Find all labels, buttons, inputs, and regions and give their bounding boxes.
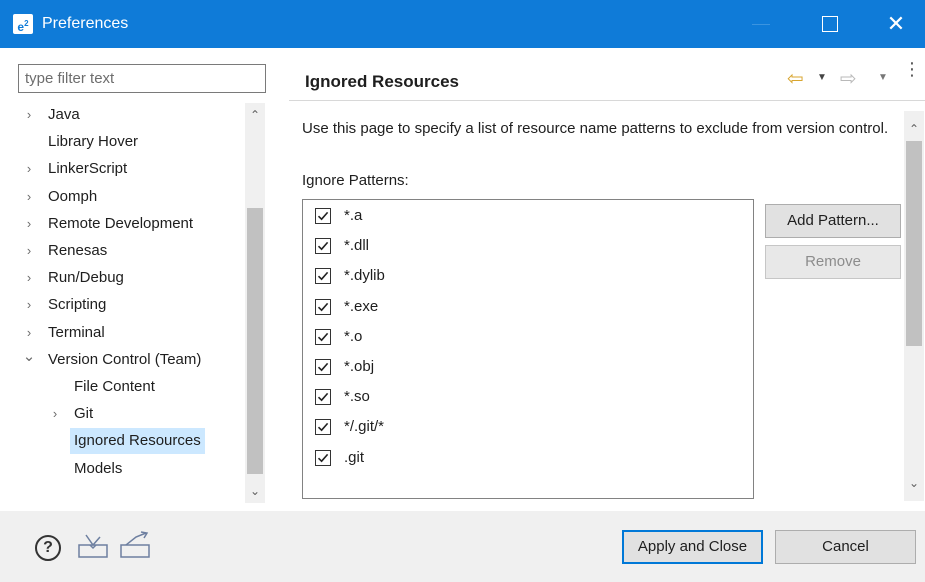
forward-dropdown-icon[interactable]: ▼ — [878, 72, 888, 83]
tree-item-label: Library Hover — [48, 133, 139, 150]
tree-item[interactable]: Ignored Resources — [48, 428, 205, 454]
page-title: Ignored Resources — [305, 72, 459, 91]
chevron-down-icon[interactable]: ⌄ — [22, 347, 36, 373]
tree-item-label: LinkerScript — [48, 160, 128, 177]
ignore-patterns-label: Ignore Patterns: — [302, 172, 409, 189]
tree-item[interactable]: › Renesas — [22, 238, 111, 264]
pattern-label: *.so — [344, 388, 370, 405]
pattern-label: *.obj — [344, 358, 375, 375]
pattern-checkbox[interactable] — [315, 450, 331, 466]
cancel-button[interactable]: Cancel — [775, 530, 916, 564]
tree-item[interactable]: Library Hover — [22, 129, 142, 155]
scroll-up-icon[interactable]: ⌃ — [904, 119, 924, 139]
tree-item-label: Remote Development — [48, 215, 194, 232]
tree-item-label: Java — [48, 106, 80, 123]
tree-item-label: Renesas — [48, 242, 108, 259]
checkmark-icon — [317, 362, 329, 372]
tree-scrollbar[interactable]: ⌃ ⌄ — [245, 103, 265, 503]
page-scrollbar-thumb[interactable] — [906, 141, 922, 346]
pattern-label: *.o — [344, 328, 363, 345]
tree-item-label: Ignored Resources — [70, 428, 205, 454]
scroll-down-icon[interactable]: ⌄ — [904, 473, 924, 493]
checkmark-icon — [317, 302, 329, 312]
tree-item-label: Version Control (Team) — [48, 351, 202, 368]
tree-item-label: Terminal — [48, 324, 105, 341]
pattern-label: *.dylib — [344, 267, 385, 284]
tree-item-label: Git — [74, 405, 94, 422]
back-arrow-icon[interactable]: ⇦ — [787, 66, 804, 91]
chevron-right-icon[interactable]: › — [22, 211, 36, 237]
tree-item[interactable]: › Remote Development — [22, 211, 197, 237]
tree-item-label: File Content — [74, 378, 155, 395]
pattern-checkbox[interactable] — [315, 299, 331, 315]
tree-item[interactable]: › Run/Debug — [22, 265, 128, 291]
checkmark-icon — [317, 332, 329, 342]
pattern-label: .git — [344, 449, 365, 466]
checkmark-icon — [317, 392, 329, 402]
tree-item-label: Scripting — [48, 296, 107, 313]
minimize-icon[interactable] — [752, 24, 770, 25]
tree-item-label: Run/Debug — [48, 269, 124, 286]
add-pattern-button[interactable]: Add Pattern... — [765, 204, 901, 238]
tree-item[interactable]: › Oomph — [22, 184, 101, 210]
page-description: Use this page to specify a list of resou… — [302, 120, 889, 137]
chevron-right-icon[interactable]: › — [22, 320, 36, 346]
forward-arrow-icon[interactable]: ⇨ — [840, 66, 857, 91]
checkmark-icon — [317, 271, 329, 281]
remove-button[interactable]: Remove — [765, 245, 901, 279]
tree-item[interactable]: ⌄ Version Control (Team) — [22, 347, 205, 373]
pattern-checkbox[interactable] — [315, 419, 331, 435]
chevron-right-icon[interactable]: › — [22, 265, 36, 291]
view-menu-icon[interactable]: ⋮ — [903, 60, 921, 78]
preference-tree: › Java Library Hover › LinkerScript › Oomph › Re… — [18, 100, 266, 505]
page-scrollbar[interactable]: ⌃ ⌄ — [904, 111, 924, 501]
title-bar: e2 Preferences ✕ — [0, 0, 925, 48]
header-divider — [289, 100, 925, 101]
chevron-right-icon[interactable]: › — [22, 156, 36, 182]
pattern-checkbox[interactable] — [315, 208, 331, 224]
pattern-checkbox[interactable] — [315, 268, 331, 284]
pattern-checkbox[interactable] — [315, 329, 331, 345]
pattern-label: *.a — [344, 207, 363, 224]
window-title: Preferences — [42, 15, 129, 32]
tree-item[interactable]: › LinkerScript — [22, 156, 131, 182]
scroll-up-icon[interactable]: ⌃ — [245, 105, 265, 125]
apply-and-close-button[interactable]: Apply and Close — [622, 530, 763, 564]
pattern-label: *.exe — [344, 298, 379, 315]
checkmark-icon — [317, 241, 329, 251]
tree-scrollbar-thumb[interactable] — [247, 208, 263, 474]
chevron-right-icon[interactable]: › — [22, 292, 36, 318]
tree-item[interactable]: › Scripting — [22, 292, 110, 318]
tree-item[interactable]: › Git — [48, 401, 97, 427]
ignore-patterns-list[interactable]: *.a *.dll *.dylib *.exe *.o *.obj *.so */.git/*… — [302, 199, 754, 499]
close-icon[interactable]: ✕ — [876, 0, 916, 48]
tree-item[interactable]: Models — [48, 456, 126, 482]
checkmark-icon — [317, 453, 329, 463]
chevron-right-icon[interactable]: › — [22, 102, 36, 128]
checkmark-icon — [317, 422, 329, 432]
checkmark-icon — [317, 211, 329, 221]
chevron-right-icon[interactable]: › — [22, 238, 36, 264]
export-preferences-icon[interactable] — [120, 531, 152, 563]
back-dropdown-icon[interactable]: ▼ — [817, 72, 827, 83]
chevron-right-icon[interactable]: › — [22, 184, 36, 210]
tree-item-label: Models — [74, 460, 123, 477]
pattern-label: */.git/* — [344, 418, 385, 435]
import-preferences-icon[interactable] — [78, 533, 108, 563]
pattern-label: *.dll — [344, 237, 370, 254]
tree-item[interactable]: File Content — [48, 374, 159, 400]
help-icon[interactable]: ? — [35, 535, 61, 561]
tree-item[interactable]: › Terminal — [22, 320, 109, 346]
filter-input[interactable] — [18, 64, 266, 93]
tree-item[interactable]: › Java — [22, 102, 84, 128]
scroll-down-icon[interactable]: ⌄ — [245, 481, 265, 501]
pattern-checkbox[interactable] — [315, 389, 331, 405]
tree-item-label: Oomph — [48, 188, 98, 205]
pattern-checkbox[interactable] — [315, 238, 331, 254]
chevron-right-icon[interactable]: › — [48, 401, 62, 427]
app-icon: e2 — [13, 14, 33, 34]
pattern-checkbox[interactable] — [315, 359, 331, 375]
maximize-icon[interactable] — [822, 16, 838, 32]
